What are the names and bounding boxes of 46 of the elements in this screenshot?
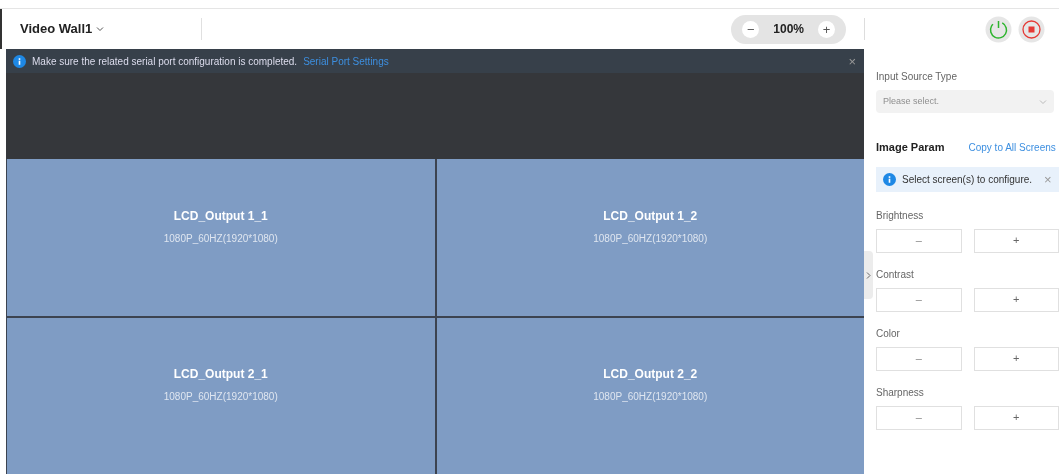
- decrease-button[interactable]: –: [876, 405, 962, 430]
- field-label: Input Source Type: [876, 70, 958, 84]
- screen-resolution: 1080P_60HZ(1920*1080): [163, 231, 278, 246]
- notice-text: Make sure the related serial port configuration is completed.: [32, 54, 298, 69]
- copy-to-all-screens-link[interactable]: Copy to All Screens: [968, 139, 1056, 155]
- decrease-button[interactable]: –: [876, 228, 962, 253]
- increase-button[interactable]: +: [973, 346, 1059, 371]
- close-button[interactable]: ×: [1044, 172, 1052, 186]
- screen-tile[interactable]: LCD_Output 1_1 1080P_60HZ(1920*1080): [7, 159, 435, 316]
- collapse-handle[interactable]: [864, 251, 873, 299]
- info-icon: [13, 54, 26, 68]
- increase-button[interactable]: +: [973, 228, 1059, 253]
- screen-name: LCD_Output 2_1: [173, 366, 268, 384]
- section-title: Image Param: [876, 140, 945, 155]
- increase-button[interactable]: +: [973, 287, 1059, 312]
- zoom-in-button[interactable]: +: [818, 20, 835, 38]
- chevron-down-icon[interactable]: [96, 25, 105, 33]
- param-label: Sharpness: [876, 385, 925, 400]
- power-button[interactable]: [985, 15, 1012, 43]
- screen-name: LCD_Output 2_2: [603, 366, 698, 384]
- input-source-select[interactable]: Please select.: [876, 90, 1054, 113]
- zoom-level: 100%: [773, 21, 804, 38]
- zoom-out-button[interactable]: −: [742, 20, 760, 38]
- screen-tile[interactable]: LCD_Output 2_1 1080P_60HZ(1920*1080): [7, 317, 435, 474]
- param-label: Contrast: [876, 267, 915, 282]
- screen-tile[interactable]: LCD_Output 1_2 1080P_60HZ(1920*1080): [436, 159, 864, 316]
- screen-resolution: 1080P_60HZ(1920*1080): [163, 390, 278, 405]
- select-placeholder: Please select.: [883, 94, 940, 108]
- wall-name[interactable]: Video Wall1: [20, 19, 93, 39]
- param-label: Color: [876, 326, 901, 341]
- increase-button[interactable]: +: [973, 405, 1059, 430]
- stop-button[interactable]: [1018, 15, 1045, 43]
- screen-name: LCD_Output 1_2: [603, 207, 698, 225]
- param-label: Brightness: [876, 208, 925, 223]
- screen-name: LCD_Output 1_1: [173, 207, 268, 225]
- info-icon: [883, 172, 896, 186]
- chevron-down-icon: [1039, 98, 1047, 105]
- decrease-button[interactable]: –: [876, 346, 962, 371]
- screen-tile[interactable]: LCD_Output 2_2 1080P_60HZ(1920*1080): [436, 317, 864, 474]
- close-button[interactable]: ×: [848, 54, 856, 68]
- decrease-button[interactable]: –: [876, 287, 962, 312]
- chevron-right-icon: [866, 271, 871, 279]
- serial-port-settings-link[interactable]: Serial Port Settings: [303, 53, 389, 69]
- screen-resolution: 1080P_60HZ(1920*1080): [593, 390, 708, 405]
- hint-text: Select screen(s) to configure.: [902, 172, 1033, 187]
- screen-resolution: 1080P_60HZ(1920*1080): [593, 231, 708, 246]
